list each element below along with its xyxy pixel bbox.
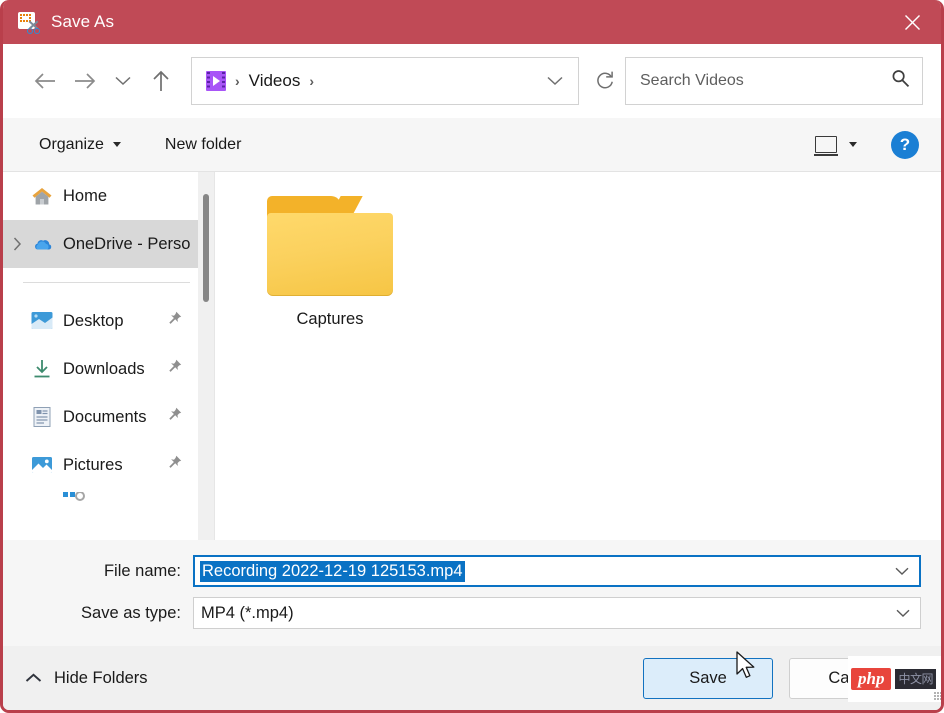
breadcrumb-videos[interactable]: Videos bbox=[249, 71, 301, 91]
chevron-up-icon bbox=[25, 669, 42, 688]
hide-folders-button[interactable]: Hide Folders bbox=[25, 669, 148, 688]
view-options-button[interactable] bbox=[807, 130, 865, 159]
downloads-icon bbox=[31, 358, 53, 380]
sidebar-label: Documents bbox=[63, 407, 147, 426]
sidebar-item-documents[interactable]: Documents bbox=[3, 393, 214, 441]
dialog-footer: Hide Folders Save Cancel bbox=[3, 646, 941, 710]
new-folder-button[interactable]: New folder bbox=[155, 130, 251, 160]
address-bar[interactable]: › Videos › bbox=[191, 57, 579, 105]
recent-locations-chevron-down-icon[interactable] bbox=[105, 61, 141, 101]
file-name-row: File name: Recording 2022-12-19 125153.m… bbox=[23, 554, 921, 588]
home-icon bbox=[31, 185, 53, 207]
sidebar-label: Desktop bbox=[63, 311, 124, 330]
address-chevron-down-icon[interactable] bbox=[538, 59, 572, 103]
file-name-label: File name: bbox=[103, 561, 181, 580]
search-input[interactable]: Search Videos bbox=[625, 57, 923, 105]
command-bar: Organize New folder ? bbox=[3, 118, 941, 172]
chevron-right-icon[interactable] bbox=[9, 237, 25, 251]
navigation-bar: › Videos › Search Videos bbox=[3, 44, 941, 118]
search-placeholder: Search Videos bbox=[640, 72, 744, 89]
sidebar-label: Pictures bbox=[63, 455, 123, 474]
view-caret-down-icon bbox=[849, 142, 857, 147]
window-title: Save As bbox=[51, 12, 115, 31]
sidebar-item-desktop[interactable]: Desktop bbox=[3, 297, 214, 345]
onedrive-icon bbox=[31, 233, 53, 255]
pictures-icon bbox=[31, 454, 53, 476]
save-button[interactable]: Save bbox=[643, 657, 773, 699]
list-item[interactable]: Captures bbox=[255, 196, 405, 329]
videos-folder-icon bbox=[206, 71, 226, 91]
watermark-overlay: php 中文网 bbox=[848, 656, 941, 702]
layout-view-icon bbox=[814, 136, 838, 156]
title-bar: Save As bbox=[3, 0, 941, 44]
breadcrumb-separator-trailing: › bbox=[309, 73, 315, 89]
organize-button[interactable]: Organize bbox=[29, 130, 131, 160]
sidebar-divider bbox=[23, 282, 190, 283]
new-folder-label: New folder bbox=[164, 135, 242, 153]
file-list-pane[interactable]: Captures bbox=[214, 172, 941, 540]
refresh-icon[interactable] bbox=[585, 61, 625, 101]
save-as-dialog-window: Save As › Videos › Search Videos Organiz… bbox=[0, 0, 944, 713]
breadcrumb-separator: › bbox=[235, 73, 240, 89]
save-as-type-value: MP4 (*.mp4) bbox=[201, 603, 294, 622]
sidebar-item-home[interactable]: Home bbox=[3, 172, 214, 220]
folder-icon bbox=[267, 196, 393, 296]
sidebar-label: OneDrive - Perso bbox=[63, 234, 191, 253]
php-badge: php bbox=[851, 668, 892, 690]
sidebar-label: Downloads bbox=[63, 359, 145, 378]
help-button[interactable]: ? bbox=[891, 130, 919, 159]
sidebar-scrollbar[interactable] bbox=[198, 172, 214, 540]
file-name-value: Recording 2022-12-19 125153.mp4 bbox=[200, 560, 465, 582]
save-as-type-select[interactable]: MP4 (*.mp4) bbox=[193, 597, 921, 629]
file-item-label: Captures bbox=[296, 310, 364, 328]
music-icon bbox=[63, 489, 85, 507]
sidebar-item-downloads[interactable]: Downloads bbox=[3, 345, 214, 393]
file-name-input[interactable]: Recording 2022-12-19 125153.mp4 bbox=[193, 555, 921, 587]
file-name-chevron-down-icon[interactable] bbox=[885, 557, 919, 585]
caret-down-icon bbox=[112, 142, 121, 147]
sidebar-label: Home bbox=[63, 186, 108, 205]
dialog-body: Home OneDrive - Perso Desktop Downloads … bbox=[3, 172, 941, 540]
watermark-text: 中文网 bbox=[895, 669, 936, 689]
desktop-icon bbox=[31, 310, 53, 332]
back-icon[interactable] bbox=[25, 61, 65, 101]
sidebar-item-pictures[interactable]: Pictures bbox=[3, 441, 214, 489]
save-as-type-row: Save as type: MP4 (*.mp4) bbox=[23, 596, 921, 630]
save-as-type-chevron-down-icon[interactable] bbox=[886, 598, 920, 628]
save-form: File name: Recording 2022-12-19 125153.m… bbox=[3, 540, 941, 646]
snipping-tool-icon bbox=[17, 11, 40, 34]
documents-icon bbox=[31, 406, 53, 428]
organize-label: Organize bbox=[39, 135, 104, 153]
forward-icon[interactable] bbox=[65, 61, 105, 101]
up-icon[interactable] bbox=[141, 61, 181, 101]
sidebar-item-partial[interactable] bbox=[3, 489, 214, 515]
scrollbar-thumb[interactable] bbox=[203, 194, 209, 302]
close-icon[interactable] bbox=[883, 0, 941, 44]
sidebar-item-onedrive[interactable]: OneDrive - Perso bbox=[3, 220, 214, 268]
navigation-sidebar: Home OneDrive - Perso Desktop Downloads … bbox=[3, 172, 214, 540]
hide-folders-label: Hide Folders bbox=[54, 668, 148, 687]
resize-grip-icon bbox=[934, 692, 941, 700]
save-as-type-label: Save as type: bbox=[81, 603, 181, 622]
search-icon bbox=[891, 69, 910, 93]
